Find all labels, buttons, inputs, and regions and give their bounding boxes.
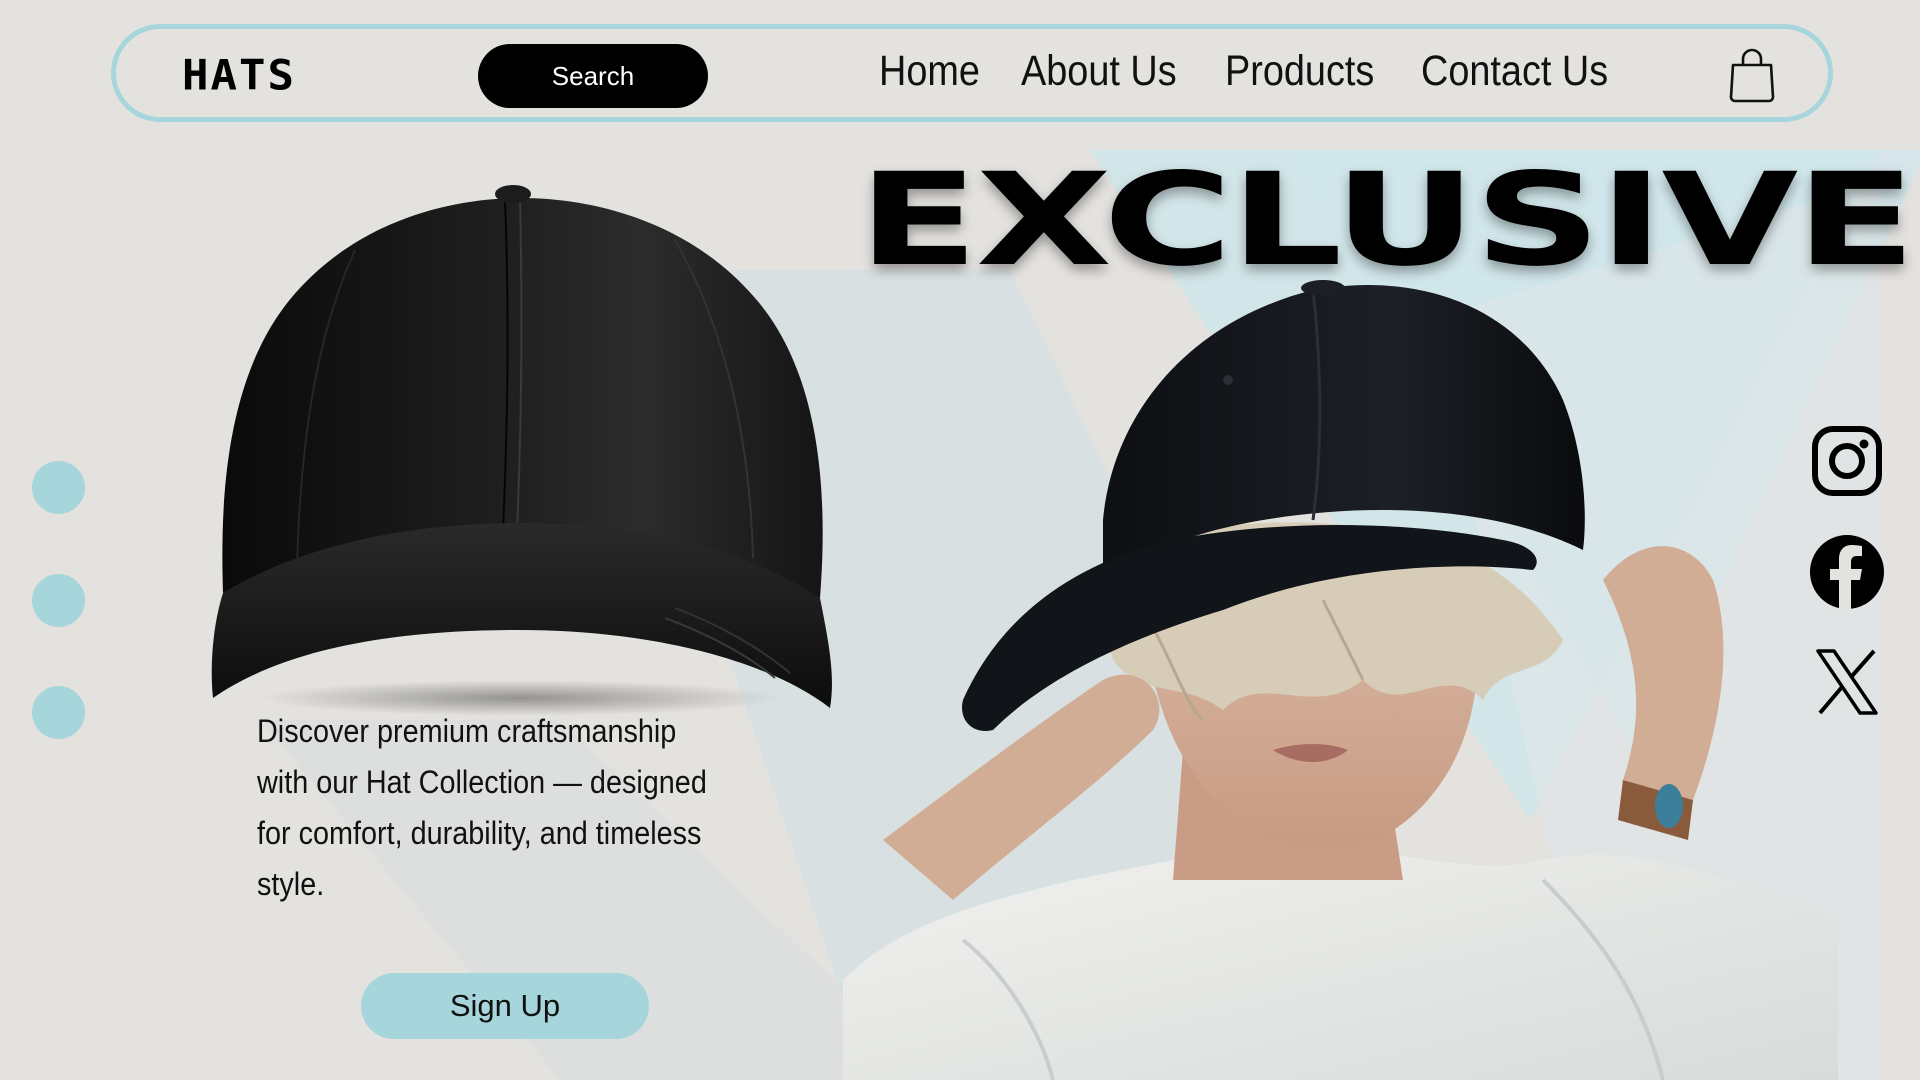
hero-description: Discover premium craftsmanship with our …	[257, 713, 707, 902]
nav-link-about-us[interactable]: About Us	[1021, 47, 1177, 96]
brand-logo[interactable]: HATS	[182, 51, 296, 99]
instagram-icon[interactable]	[1810, 424, 1884, 498]
nav-links: Home About Us Products Contact Us	[879, 47, 1614, 96]
nav-link-products[interactable]: Products	[1225, 47, 1374, 96]
slider-dot-3[interactable]	[32, 686, 85, 739]
landing-page: HATS Search Home About Us Products Conta…	[0, 0, 1920, 1080]
nav-link-contact-us[interactable]: Contact Us	[1421, 47, 1608, 96]
shopping-bag-icon[interactable]	[1727, 47, 1777, 103]
search-button[interactable]: Search	[478, 44, 708, 108]
sign-up-button[interactable]: Sign Up	[361, 973, 649, 1039]
slider-dot-2[interactable]	[32, 574, 85, 627]
hero-headline: EXCLUSIVE	[858, 146, 1916, 295]
slider-dot-1[interactable]	[32, 461, 85, 514]
cap-product-image	[211, 185, 832, 716]
x-icon[interactable]	[1810, 645, 1884, 719]
nav-link-home[interactable]: Home	[879, 47, 980, 96]
facebook-icon[interactable]	[1810, 535, 1884, 609]
top-navbar: HATS Search Home About Us Products Conta…	[111, 24, 1833, 122]
model-photo	[843, 280, 1838, 1080]
